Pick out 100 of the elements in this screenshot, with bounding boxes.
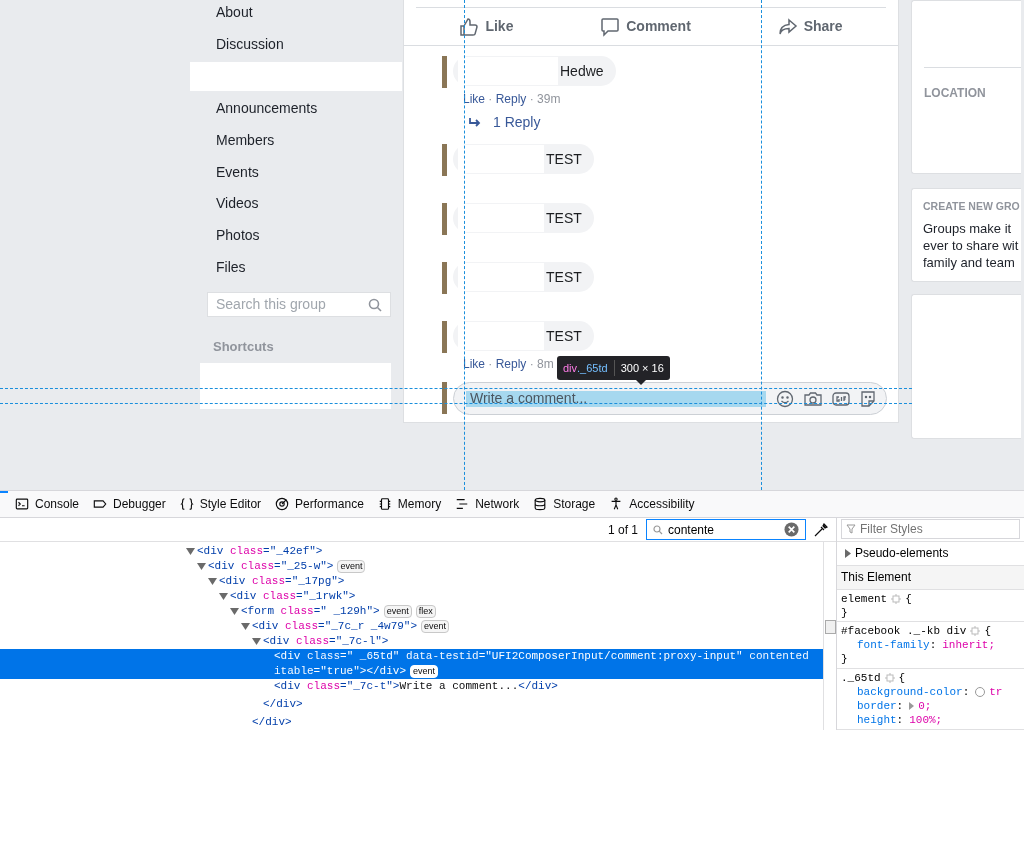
markup-badge[interactable]: flex [415, 605, 436, 618]
share-arrow-icon [777, 16, 798, 37]
css-property: background-color [857, 685, 963, 700]
expand-triangle-icon[interactable] [230, 608, 239, 615]
expand-triangle-icon[interactable] [252, 638, 261, 645]
sticker-icon[interactable] [860, 389, 876, 408]
devtools-tab[interactable]: Style Editor [172, 491, 269, 517]
expand-triangle-icon[interactable] [909, 702, 915, 711]
smiley-icon[interactable] [776, 389, 794, 408]
filter-styles-input[interactable]: Filter Styles [860, 520, 1015, 539]
markup-node[interactable]: <form class=" _129h"> event flex [0, 604, 823, 619]
expand-triangle-icon[interactable] [219, 593, 228, 600]
clear-icon[interactable] [784, 522, 799, 537]
nav-item[interactable]: Videos [190, 188, 402, 220]
filter-styles-field[interactable]: Filter Styles [841, 519, 1020, 540]
markup-line: </div> [252, 716, 292, 728]
funnel-icon [846, 524, 856, 535]
brace: } [841, 652, 849, 667]
markup-line: <div class="_17pg"> [219, 574, 345, 589]
markup-badge[interactable]: event [421, 620, 450, 633]
brace: { [898, 671, 906, 686]
braces-icon [179, 497, 194, 511]
nav-item[interactable]: Files [190, 251, 402, 284]
camera-icon[interactable] [804, 390, 822, 407]
expand-triangle-icon[interactable] [197, 563, 206, 570]
markup-node[interactable]: <div class=" _65td" data-testid="UFI2ComposerInput/comment:proxy-input" contenteditable="true"></div> event [0, 649, 823, 679]
brace: } [841, 605, 849, 620]
color-swatch-icon[interactable] [975, 687, 986, 698]
css-value: 0; [918, 699, 932, 714]
markup-line: <div class="_7c_r _4w79"> event [252, 619, 450, 634]
css-property: border [857, 699, 897, 714]
markup-badge[interactable]: event [410, 665, 439, 678]
expand-triangle-icon[interactable] [186, 548, 195, 555]
body-text: ever to share wit [923, 236, 1020, 254]
tooltip-pointer-icon [635, 379, 647, 385]
markup-node[interactable]: <div class="_42ef"> [0, 544, 823, 559]
post-action-button[interactable]: Like [451, 12, 522, 41]
markup-badge[interactable]: event [337, 560, 366, 573]
section-heading: LOCATION [924, 86, 986, 100]
body-text: family and team [923, 253, 1016, 271]
search-field[interactable]: Search this group [207, 292, 391, 318]
css-property: height [857, 713, 897, 728]
nav-item[interactable]: About [190, 0, 402, 28]
devtools-tab[interactable]: Debugger [86, 491, 173, 517]
markup-line: </div> [263, 698, 303, 710]
nav-item[interactable]: Discussion [190, 28, 402, 60]
markup-node[interactable]: <div class="_7c_r _4w79"> event [0, 619, 823, 634]
markup-node[interactable]: <div class="_17pg"> [0, 574, 823, 589]
markup-node[interactable]: <div class="_7c-t">Write a comment...</div> [0, 679, 823, 694]
css-selector: element [841, 591, 888, 606]
expand-triangle-icon[interactable] [845, 548, 851, 558]
eyedropper-icon[interactable] [814, 522, 828, 537]
section-heading: CREATE NEW GRO [923, 199, 1020, 214]
nav-item[interactable]: Announcements [190, 93, 402, 125]
css-colon: : [962, 685, 970, 700]
comment-text: TEST [546, 267, 582, 287]
markup-line: <div class="_7c-t">Write a comment...</div> [274, 679, 558, 694]
devtools-tab[interactable]: Performance [268, 491, 371, 517]
nav-item[interactable]: Members [190, 124, 402, 157]
comment-input[interactable]: Write a comment... [453, 382, 887, 415]
markup-line: <div class="_7c-l"> [263, 634, 389, 649]
gif-icon[interactable] [832, 390, 850, 407]
markup-search-input[interactable]: contente [668, 520, 779, 539]
section-toggle[interactable]: Pseudo-elements [855, 544, 949, 563]
devtools-tab[interactable]: Storage [526, 491, 603, 517]
markup-node[interactable]: <div class="_25-w"> event [0, 559, 823, 574]
nav-item[interactable]: Events [190, 156, 402, 189]
tag-shape-icon [93, 497, 108, 511]
group-search-input[interactable]: Search this group [216, 294, 368, 316]
expand-triangle-icon[interactable] [241, 623, 250, 630]
post-action-button[interactable]: Share [769, 12, 851, 41]
thumbs-up-icon [459, 16, 480, 37]
section-heading: Shortcuts [212, 338, 275, 357]
search-icon [653, 524, 663, 535]
css-selector: ._65td [841, 671, 881, 686]
markup-line: <form class=" _129h"> event flex [241, 604, 436, 619]
markup-search-field[interactable]: contente [646, 519, 806, 540]
view-replies-link[interactable]: 1 Reply [493, 112, 541, 133]
gauge-icon [275, 497, 290, 511]
nav-item[interactable]: Photos [190, 219, 402, 252]
css-property: font-family [857, 638, 930, 653]
markup-node[interactable]: <div class="_1rwk"> [0, 589, 823, 604]
devtools-tab[interactable]: Memory [370, 491, 449, 517]
markup-line: <div class=" _65td" data-testid="UFI2ComposerInput/comment:proxy-input" contenteditable="true"></div> event [274, 649, 810, 679]
expand-triangle-icon[interactable] [208, 578, 217, 585]
markup-badge[interactable]: event [383, 605, 412, 618]
database-icon [533, 497, 548, 511]
comment-text: TEST [546, 326, 582, 346]
network-lines-icon [455, 497, 470, 511]
devtools-tab[interactable]: Console [8, 491, 87, 517]
post-action-button[interactable]: Comment [592, 12, 699, 41]
console-icon [15, 497, 29, 511]
comment-text-input[interactable]: Write a comment... [466, 390, 766, 407]
devtools-tab[interactable]: Network [448, 491, 527, 517]
scrollbar[interactable] [823, 542, 836, 730]
comment-text: Hedwe [560, 61, 604, 81]
devtools-tab[interactable]: Accessibility [602, 491, 702, 517]
speech-bubble-icon [600, 16, 621, 37]
brace: { [905, 591, 912, 606]
markup-node[interactable]: <div class="_7c-l"> [0, 634, 823, 649]
